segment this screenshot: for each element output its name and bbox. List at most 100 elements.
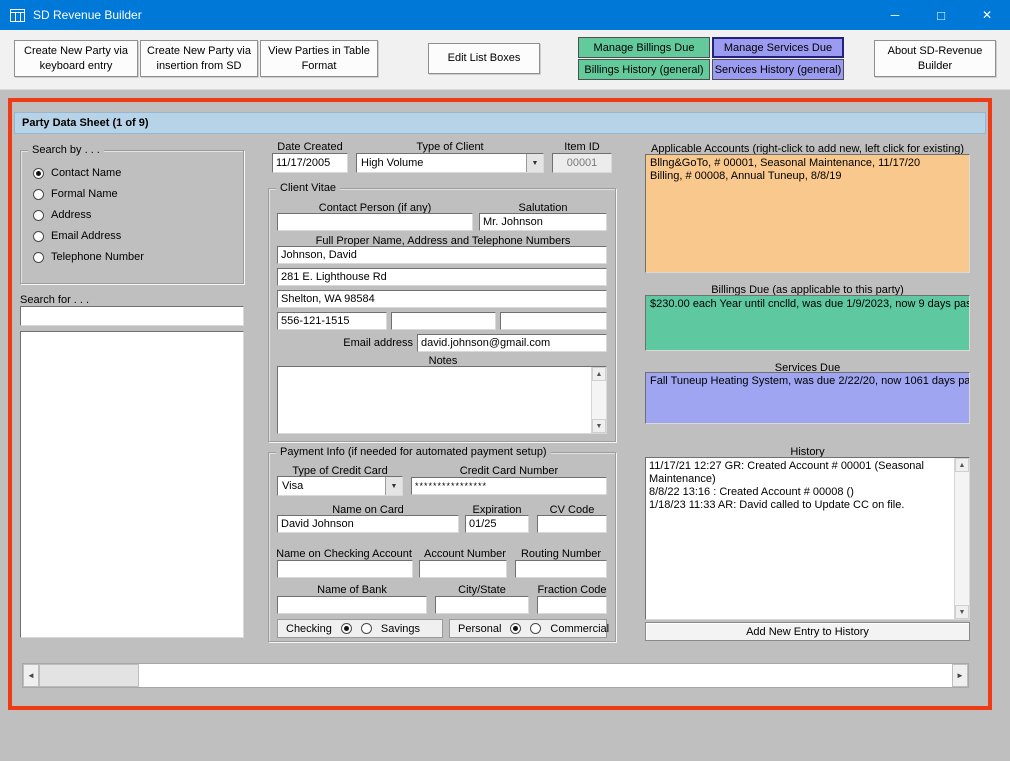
add-history-entry-button[interactable]: Add New Entry to History [645,622,970,641]
chevron-down-icon[interactable]: ▼ [385,477,402,495]
bank-name-label: Name of Bank [277,584,427,596]
type-of-client-select[interactable]: High Volume ▼ [356,153,544,173]
expiration-field[interactable] [465,515,529,533]
search-results-listbox[interactable] [20,331,244,638]
cc-type-select[interactable]: Visa ▼ [277,476,403,496]
search-by-address-radio[interactable]: Address [33,209,91,221]
close-icon: ✕ [982,8,992,22]
checking-name-field[interactable] [277,560,413,578]
window-controls: ─ □ ✕ [872,0,1010,30]
phone1-field[interactable] [277,312,387,330]
scroll-left-icon[interactable]: ◄ [23,664,39,687]
history-scrollbar[interactable]: ▲ ▼ [954,458,969,619]
applicable-accounts-listbox[interactable]: Bllng&GoTo, # 00001, Seasonal Maintenanc… [645,154,970,273]
close-button[interactable]: ✕ [964,0,1010,30]
edit-list-boxes-button[interactable]: Edit List Boxes [428,43,540,74]
email-field[interactable] [417,334,607,352]
item-id-label: Item ID [552,141,612,153]
radio-icon [33,252,44,263]
create-party-sd-button[interactable]: Create New Party via insertion from SD [140,40,258,77]
routing-number-field[interactable] [515,560,607,578]
name-on-card-field[interactable] [277,515,459,533]
contact-person-field[interactable] [277,213,473,231]
address-line1-field[interactable] [277,268,607,286]
search-by-email-radio[interactable]: Email Address [33,230,121,242]
manage-services-due-button[interactable]: Manage Services Due [712,37,844,58]
scroll-up-icon[interactable]: ▲ [955,458,969,472]
account-list-item[interactable]: Billing, # 00008, Annual Tuneup, 8/8/19 [650,170,965,183]
scroll-right-icon[interactable]: ► [952,664,968,687]
search-for-label: Search for . . . [20,294,89,306]
phone3-field[interactable] [500,312,607,330]
formal-name-field[interactable] [277,246,607,264]
minimize-icon: ─ [891,8,900,22]
radio-icon [33,210,44,221]
sheet-header: Party Data Sheet (1 of 9) [14,112,986,134]
notes-scrollbar[interactable]: ▲ ▼ [591,367,606,433]
about-button[interactable]: About SD-Revenue Builder [874,40,996,77]
app-icon [9,7,25,23]
scroll-up-icon[interactable]: ▲ [592,367,606,381]
billings-history-button[interactable]: Billings History (general) [578,59,710,80]
notes-input[interactable]: ▲ ▼ [277,366,607,434]
history-item[interactable]: 11/17/21 12:27 GR: Created Account # 000… [649,460,951,486]
salutation-field[interactable] [479,213,607,231]
scroll-down-icon[interactable]: ▼ [955,605,969,619]
horizontal-scrollbar[interactable]: ◄ ► [22,663,969,688]
bank-name-field[interactable] [277,596,427,614]
personal-label: Personal [458,623,501,635]
search-by-label: Search by . . . [28,144,104,156]
account-list-item[interactable]: Bllng&GoTo, # 00001, Seasonal Maintenanc… [650,157,965,170]
item-id-field [552,153,612,173]
checking-radio[interactable] [341,623,352,634]
city-state-field[interactable] [435,596,529,614]
scroll-track[interactable] [592,381,606,419]
history-item[interactable]: 8/8/22 13:16 : Created Account # 00008 (… [649,486,951,499]
search-by-telephone-radio[interactable]: Telephone Number [33,251,144,263]
history-item[interactable]: 1/18/23 11:33 AR: David called to Update… [649,499,951,512]
service-due-item[interactable]: Fall Tuneup Heating System, was due 2/22… [650,375,965,388]
scrollbar-track[interactable] [139,664,952,687]
toolbar: Create New Party via keyboard entry Crea… [0,30,1010,90]
services-history-button[interactable]: Services History (general) [712,59,844,80]
type-of-client-value: High Volume [357,157,526,169]
date-created-field[interactable] [272,153,348,173]
manage-billings-due-button[interactable]: Manage Billings Due [578,37,710,58]
savings-label: Savings [381,623,420,635]
cc-number-field[interactable] [411,477,607,495]
cc-number-label: Credit Card Number [411,465,607,477]
search-by-formal-name-radio[interactable]: Formal Name [33,188,118,200]
fraction-code-field[interactable] [537,596,607,614]
search-input[interactable] [20,306,244,326]
view-parties-table-button[interactable]: View Parties in Table Format [260,40,378,77]
chevron-down-icon[interactable]: ▼ [526,154,543,172]
cc-type-value: Visa [278,480,385,492]
maximize-button[interactable]: □ [918,0,964,30]
address-line2-field[interactable] [277,290,607,308]
minimize-button[interactable]: ─ [872,0,918,30]
type-of-client-label: Type of Client [356,141,544,153]
create-party-keyboard-button[interactable]: Create New Party via keyboard entry [14,40,138,77]
radio-label: Telephone Number [51,251,144,263]
radio-label: Formal Name [51,188,118,200]
history-listbox[interactable]: 11/17/21 12:27 GR: Created Account # 000… [645,457,970,620]
scroll-down-icon[interactable]: ▼ [592,419,606,433]
scroll-track[interactable] [955,472,969,605]
account-number-label: Account Number [417,548,513,560]
sheet-title: Party Data Sheet (1 of 9) [22,117,149,129]
account-number-field[interactable] [419,560,507,578]
billings-due-listbox[interactable]: $230.00 each Year until cnclld, was due … [645,295,970,351]
services-due-listbox[interactable]: Fall Tuneup Heating System, was due 2/22… [645,372,970,424]
radio-label: Address [51,209,91,221]
savings-radio[interactable] [361,623,372,634]
commercial-radio[interactable] [530,623,541,634]
radio-icon [33,231,44,242]
payment-info-label: Payment Info (if needed for automated pa… [276,446,551,458]
billing-due-item[interactable]: $230.00 each Year until cnclld, was due … [650,298,965,311]
phone2-field[interactable] [391,312,496,330]
personal-radio[interactable] [510,623,521,634]
payment-info-group: Payment Info (if needed for automated pa… [268,452,616,642]
cv-code-field[interactable] [537,515,607,533]
scrollbar-thumb[interactable] [39,664,139,687]
search-by-contact-name-radio[interactable]: Contact Name [33,167,121,179]
